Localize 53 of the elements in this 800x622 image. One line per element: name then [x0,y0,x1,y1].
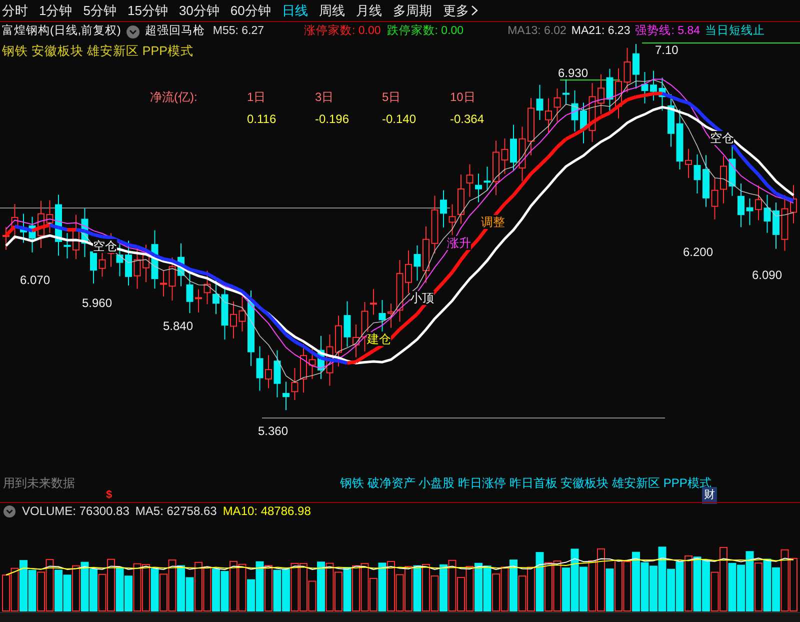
more-menu[interactable]: 更多 [442,0,478,20]
indicator-reading: 当日短线止 [705,24,766,40]
price-label: 6.070 [20,273,50,287]
period-tab[interactable]: 30分钟 [178,0,220,20]
period-tab[interactable]: 1分钟 [39,0,72,20]
price-label: 6.200 [683,245,714,259]
indicator-reading: MA21: 6.23 [571,24,630,40]
indicator-reading: 跌停家数: 0.00 [386,23,464,40]
chevron-right-icon [470,5,478,16]
period-tab[interactable]: 多周期 [392,0,432,20]
signal-label: 涨升 [447,236,471,250]
net-flow-value: -0.196 [315,111,350,128]
signal-label: 建仓 [367,332,391,346]
period-tab[interactable]: 60分钟 [230,0,271,20]
indicator-reading: 涨停家数: 0.00 [304,23,381,40]
net-flow-value: -0.364 [450,111,486,128]
indicator-reading: 强势线: 5.84 [635,24,700,40]
price-label: 6.090 [752,268,782,282]
indicator-name: 超强回马枪 [144,24,205,40]
period-heading: 1日 [247,89,267,106]
net-flow-value: -0.140 [382,111,418,128]
volume-reading: MA5: 62758.63 [135,503,217,520]
period-heading: 5日 [382,89,402,106]
period-tab[interactable]: 15分钟 [127,0,168,20]
indicator-reading: MA13: 6.02 [508,24,566,40]
price-label: 5.360 [258,424,288,438]
price-label: 5.960 [82,296,112,310]
period-tab[interactable]: 分时 [2,0,28,20]
period-tab[interactable]: 5分钟 [83,0,116,20]
finance-badge[interactable]: 财 [702,487,717,504]
price-label: 7.10 [655,43,678,57]
stock-title: 富煌钢构(日线,前复权) [2,23,121,40]
volume-reading: VOLUME: 76300.83 [22,503,130,520]
indicator-reading: M55: 6.27 [212,24,264,40]
net-flow-label: 净流(亿): [150,89,198,106]
sector-tags: 钢铁 安徽板块 雄安新区 PPP模式 [0,42,196,60]
signal-label: 调整 [481,215,505,229]
price-label: 5.840 [163,319,194,333]
price-label: 6.930 [558,66,588,80]
period-heading: 3日 [315,89,335,106]
period-tab[interactable]: 日线 [282,0,308,20]
signal-label: 空仓 [93,239,117,253]
period-heading: 10日 [450,89,476,106]
volume-reading: MA10: 48786.98 [222,503,311,520]
dropdown-icon[interactable] [3,504,16,518]
dropdown-icon[interactable] [126,25,140,39]
net-flow-value: 0.116 [247,111,278,128]
dollar-marker: $ [106,488,112,503]
period-tab[interactable]: 月线 [356,0,382,20]
future-data-note: 用到未来数据 [3,475,75,492]
signal-label: 小顶 [410,291,434,305]
signal-label: 空仓 [710,131,734,145]
period-tab[interactable]: 周线 [318,0,345,20]
